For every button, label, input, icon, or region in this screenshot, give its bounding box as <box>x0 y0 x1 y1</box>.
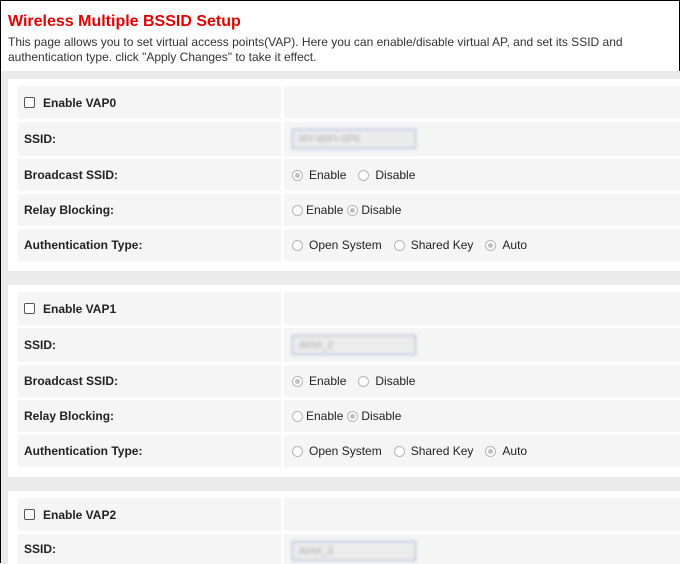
vap1-relay-enable-option[interactable]: Enable <box>292 409 343 423</box>
vap0-relay-enable-option[interactable]: Enable <box>292 203 343 217</box>
vap0-relay-row: Relay Blocking: Enable Disable <box>18 194 680 226</box>
vap1-auth-open-radio[interactable] <box>292 445 303 457</box>
vap2-ssid-label: SSID: <box>18 534 281 564</box>
vap0-ssid-label: SSID: <box>18 122 281 156</box>
vap1-auth-label: Authentication Type: <box>18 435 281 467</box>
vap0-broadcast-label: Broadcast SSID: <box>18 159 281 191</box>
vap0-relay-disable-radio[interactable] <box>347 204 359 216</box>
vap0-enable-label[interactable]: Enable VAP0 <box>43 96 116 110</box>
vap1-auth-auto-option[interactable]: Auto <box>485 444 527 458</box>
vap1-auth-auto-radio[interactable] <box>485 445 497 457</box>
vap1-ssid-label: SSID: <box>18 328 281 362</box>
vap0-broadcast-row: Broadcast SSID: Enable Disable <box>18 159 680 191</box>
vap1-enable-row: Enable VAP1 <box>18 292 680 325</box>
vap2-panel: Enable VAP2 SSID: Airtel_3 <box>8 491 680 564</box>
vap1-relay-row: Relay Blocking: Enable Disable <box>18 400 680 432</box>
vap0-ssid-input[interactable]: MY-WIFI-SPK <box>292 129 416 149</box>
vap1-relay-disable-option[interactable]: Disable <box>347 409 401 423</box>
page-title: Wireless Multiple BSSID Setup <box>8 13 241 30</box>
vap1-auth-shared-radio[interactable] <box>393 445 405 457</box>
vap1-enable-checkbox[interactable] <box>24 303 35 314</box>
vap0-auth-open-option[interactable]: Open System <box>292 238 382 252</box>
vap0-relay-disable-option[interactable]: Disable <box>347 203 401 217</box>
vap1-broadcast-enable-option[interactable]: Enable <box>292 374 346 388</box>
vap2-enable-label[interactable]: Enable VAP2 <box>43 508 116 522</box>
vap1-ssid-row: SSID: Airtel_2 <box>18 328 680 362</box>
vap2-enable-row: Enable VAP2 <box>18 498 680 531</box>
vap0-auth-label: Authentication Type: <box>18 229 281 261</box>
page-description: This page allows you to set virtual acce… <box>8 35 623 64</box>
vap0-auth-shared-option[interactable]: Shared Key <box>393 238 473 252</box>
vap0-auth-auto-option[interactable]: Auto <box>485 238 527 252</box>
vap0-auth-open-radio[interactable] <box>292 239 303 251</box>
vap1-panel: Enable VAP1 SSID: Airtel_2 Broadcast SSI… <box>8 285 680 477</box>
vap0-broadcast-disable-option[interactable]: Disable <box>358 168 415 182</box>
vap0-broadcast-disable-radio[interactable] <box>358 169 370 181</box>
vap1-auth-row: Authentication Type: Open System Shared … <box>18 435 680 467</box>
vap0-broadcast-enable-option[interactable]: Enable <box>292 168 346 182</box>
vap0-auth-shared-radio[interactable] <box>393 239 405 251</box>
vap1-relay-label: Relay Blocking: <box>18 400 281 432</box>
vap1-relay-disable-radio[interactable] <box>347 410 359 422</box>
vap1-auth-shared-option[interactable]: Shared Key <box>393 444 473 458</box>
vap1-broadcast-row: Broadcast SSID: Enable Disable <box>18 365 680 397</box>
vap0-broadcast-enable-radio[interactable] <box>292 169 303 181</box>
vap0-relay-enable-radio[interactable] <box>292 204 303 216</box>
vap0-relay-label: Relay Blocking: <box>18 194 281 226</box>
vap0-panel: Enable VAP0 SSID: MY-WIFI-SPK Broadcast … <box>8 79 680 271</box>
vap0-auth-auto-radio[interactable] <box>485 239 497 251</box>
vap2-enable-checkbox[interactable] <box>24 509 35 520</box>
vap1-broadcast-label: Broadcast SSID: <box>18 365 281 397</box>
vap1-auth-open-option[interactable]: Open System <box>292 444 382 458</box>
vap1-broadcast-enable-radio[interactable] <box>292 375 303 387</box>
vap1-enable-label[interactable]: Enable VAP1 <box>43 302 116 316</box>
vap2-ssid-row: SSID: Airtel_3 <box>18 534 680 564</box>
vap0-ssid-row: SSID: MY-WIFI-SPK <box>18 122 680 156</box>
vap0-auth-row: Authentication Type: Open System Shared … <box>18 229 680 261</box>
vap1-broadcast-disable-radio[interactable] <box>358 375 370 387</box>
vap0-enable-row: Enable VAP0 <box>18 86 680 119</box>
vap1-broadcast-disable-option[interactable]: Disable <box>358 374 415 388</box>
vap0-enable-checkbox[interactable] <box>24 97 35 108</box>
vap1-ssid-input[interactable]: Airtel_2 <box>292 335 416 355</box>
vap1-relay-enable-radio[interactable] <box>292 410 303 422</box>
vap2-ssid-input[interactable]: Airtel_3 <box>292 541 416 561</box>
